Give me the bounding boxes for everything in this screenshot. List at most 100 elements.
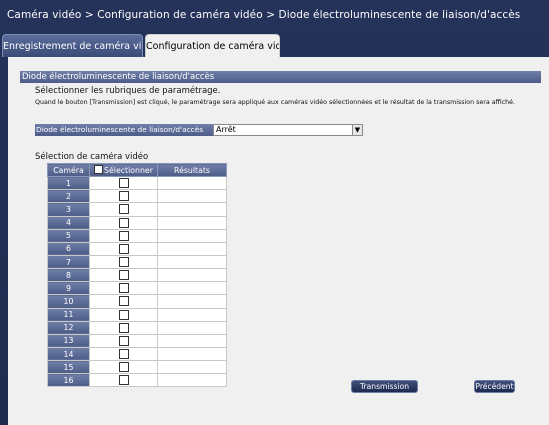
result-cell (157, 373, 227, 388)
select-cell (89, 281, 158, 296)
table-row: 5 (47, 228, 227, 243)
camera-number: 15 (47, 360, 90, 375)
camera-number: 8 (47, 268, 90, 283)
select-cell (89, 241, 158, 256)
result-cell (157, 307, 227, 322)
select-cell (89, 346, 158, 362)
camera-select-checkbox[interactable] (118, 178, 129, 189)
table-row: 6 (47, 241, 227, 256)
table-row: 8 (47, 268, 227, 283)
camera-select-checkbox[interactable] (118, 191, 129, 202)
table-row: 15 (47, 360, 227, 375)
result-cell (157, 333, 227, 348)
camera-column-header: Caméra (47, 162, 90, 178)
camera-number: 6 (47, 241, 90, 256)
camera-select-checkbox[interactable] (118, 204, 129, 215)
camera-select-checkbox[interactable] (118, 243, 129, 254)
camera-select-checkbox[interactable] (118, 375, 129, 386)
table-row: 11 (47, 307, 227, 322)
table-row: 1 (47, 176, 227, 191)
camera-number: 2 (47, 189, 90, 204)
result-cell (157, 189, 227, 204)
table-row: 9 (47, 281, 227, 296)
table-row: 10 (47, 294, 227, 309)
camera-number: 5 (47, 228, 90, 243)
camera-number: 4 (47, 215, 90, 230)
led-setting-value: Arrêt (216, 125, 236, 134)
select-cell (89, 254, 158, 270)
result-cell (157, 294, 227, 309)
camera-select-checkbox[interactable] (118, 309, 129, 320)
table-row: 3 (47, 202, 227, 217)
select-cell (89, 307, 158, 322)
camera-select-checkbox[interactable] (118, 217, 129, 228)
tab-camera-configuration[interactable]: Configuration de caméra vidéo (145, 34, 280, 57)
result-cell (157, 360, 227, 375)
select-column-header: Sélectionner (89, 162, 158, 178)
camera-table-body: 1 2 3 4 5 6 7 8 9 10 11 12 13 14 15 16 (47, 176, 227, 388)
result-cell (157, 254, 227, 270)
camera-number: 14 (47, 346, 90, 362)
camera-select-checkbox[interactable] (118, 230, 129, 241)
camera-number: 12 (47, 320, 90, 335)
camera-select-checkbox[interactable] (118, 335, 129, 346)
camera-number: 7 (47, 254, 90, 270)
camera-selection-title: Sélection de caméra vidéo (35, 152, 149, 162)
select-cell (89, 268, 158, 283)
transmission-button[interactable]: Transmission (351, 380, 418, 393)
camera-number: 10 (47, 294, 90, 309)
table-row: 2 (47, 189, 227, 204)
select-cell (89, 202, 158, 217)
table-row: 13 (47, 333, 227, 348)
table-row: 16 (47, 373, 227, 388)
tab-camera-recording[interactable]: Enregistrement de caméra vidéo (2, 34, 143, 57)
section-title: Diode électroluminescente de liaison/d'a… (20, 71, 541, 83)
camera-number: 3 (47, 202, 90, 217)
result-cell (157, 176, 227, 191)
result-cell (157, 228, 227, 243)
select-column-label: Sélectionner (104, 166, 153, 176)
select-all-checkbox[interactable] (94, 165, 104, 175)
table-row: 7 (47, 254, 227, 270)
camera-select-checkbox[interactable] (118, 296, 129, 307)
led-setting-label: Diode électroluminescente de liaison/d'a… (35, 124, 213, 136)
camera-table-header: Caméra Sélectionner Résultats (47, 162, 227, 178)
camera-number: 16 (47, 373, 90, 388)
camera-select-checkbox[interactable] (118, 362, 129, 373)
table-row: 4 (47, 215, 227, 230)
result-cell (157, 215, 227, 230)
select-cell (89, 373, 158, 388)
result-cell (157, 346, 227, 362)
section-subheading: Sélectionner les rubriques de paramétrag… (35, 86, 221, 96)
camera-select-checkbox[interactable] (118, 349, 129, 360)
result-cell (157, 320, 227, 335)
select-cell (89, 215, 158, 230)
camera-select-checkbox[interactable] (118, 270, 129, 281)
result-cell (157, 268, 227, 283)
table-row: 14 (47, 346, 227, 362)
previous-button[interactable]: Précédent (474, 380, 515, 393)
select-cell (89, 294, 158, 309)
select-cell (89, 333, 158, 348)
table-row: 12 (47, 320, 227, 335)
transmission-note: Quand le bouton [Transmission] est cliqu… (35, 99, 516, 106)
camera-select-checkbox[interactable] (118, 322, 129, 333)
select-cell (89, 320, 158, 335)
select-cell (89, 189, 158, 204)
camera-select-checkbox[interactable] (118, 257, 129, 268)
select-cell (89, 360, 158, 375)
breadcrumb: Caméra vidéo > Configuration de caméra v… (7, 9, 521, 21)
result-cell (157, 241, 227, 256)
result-cell (157, 281, 227, 296)
select-cell (89, 176, 158, 191)
camera-number: 13 (47, 333, 90, 348)
camera-number: 9 (47, 281, 90, 296)
select-cell (89, 228, 158, 243)
chevron-down-icon[interactable]: ▼ (352, 125, 362, 135)
led-setting-select[interactable]: Arrêt ▼ (213, 124, 363, 136)
camera-select-checkbox[interactable] (118, 283, 129, 294)
results-column-header: Résultats (157, 162, 227, 178)
camera-number: 11 (47, 307, 90, 322)
result-cell (157, 202, 227, 217)
camera-number: 1 (47, 176, 90, 191)
